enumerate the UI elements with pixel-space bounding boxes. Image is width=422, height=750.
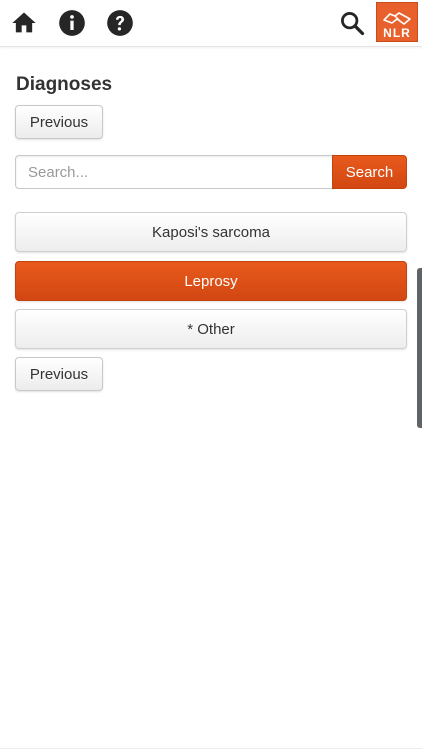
search-toggle-button[interactable] <box>337 8 367 38</box>
help-button[interactable] <box>105 8 135 38</box>
home-icon <box>12 12 36 33</box>
search-icon <box>341 12 365 36</box>
search-input[interactable] <box>15 155 333 189</box>
info-button[interactable] <box>57 8 87 38</box>
search-button[interactable]: Search <box>332 155 407 189</box>
help-icon <box>107 10 133 36</box>
option-other[interactable]: * Other <box>15 309 407 349</box>
previous-button-top[interactable]: Previous <box>15 105 103 139</box>
option-leprosy[interactable]: Leprosy <box>15 261 407 301</box>
handshake-icon <box>383 12 411 25</box>
bottom-divider <box>0 748 422 749</box>
logo-text: NLR <box>383 26 411 40</box>
option-kaposis-sarcoma[interactable]: Kaposi's sarcoma <box>15 212 407 252</box>
home-button[interactable] <box>9 8 39 38</box>
page-title: Diagnoses <box>16 74 113 95</box>
previous-button-bottom[interactable]: Previous <box>15 357 103 391</box>
info-icon <box>59 10 85 36</box>
scroll-indicator[interactable] <box>417 268 422 428</box>
nlr-logo: NLR <box>376 2 418 42</box>
top-bar: NLR <box>0 0 422 47</box>
